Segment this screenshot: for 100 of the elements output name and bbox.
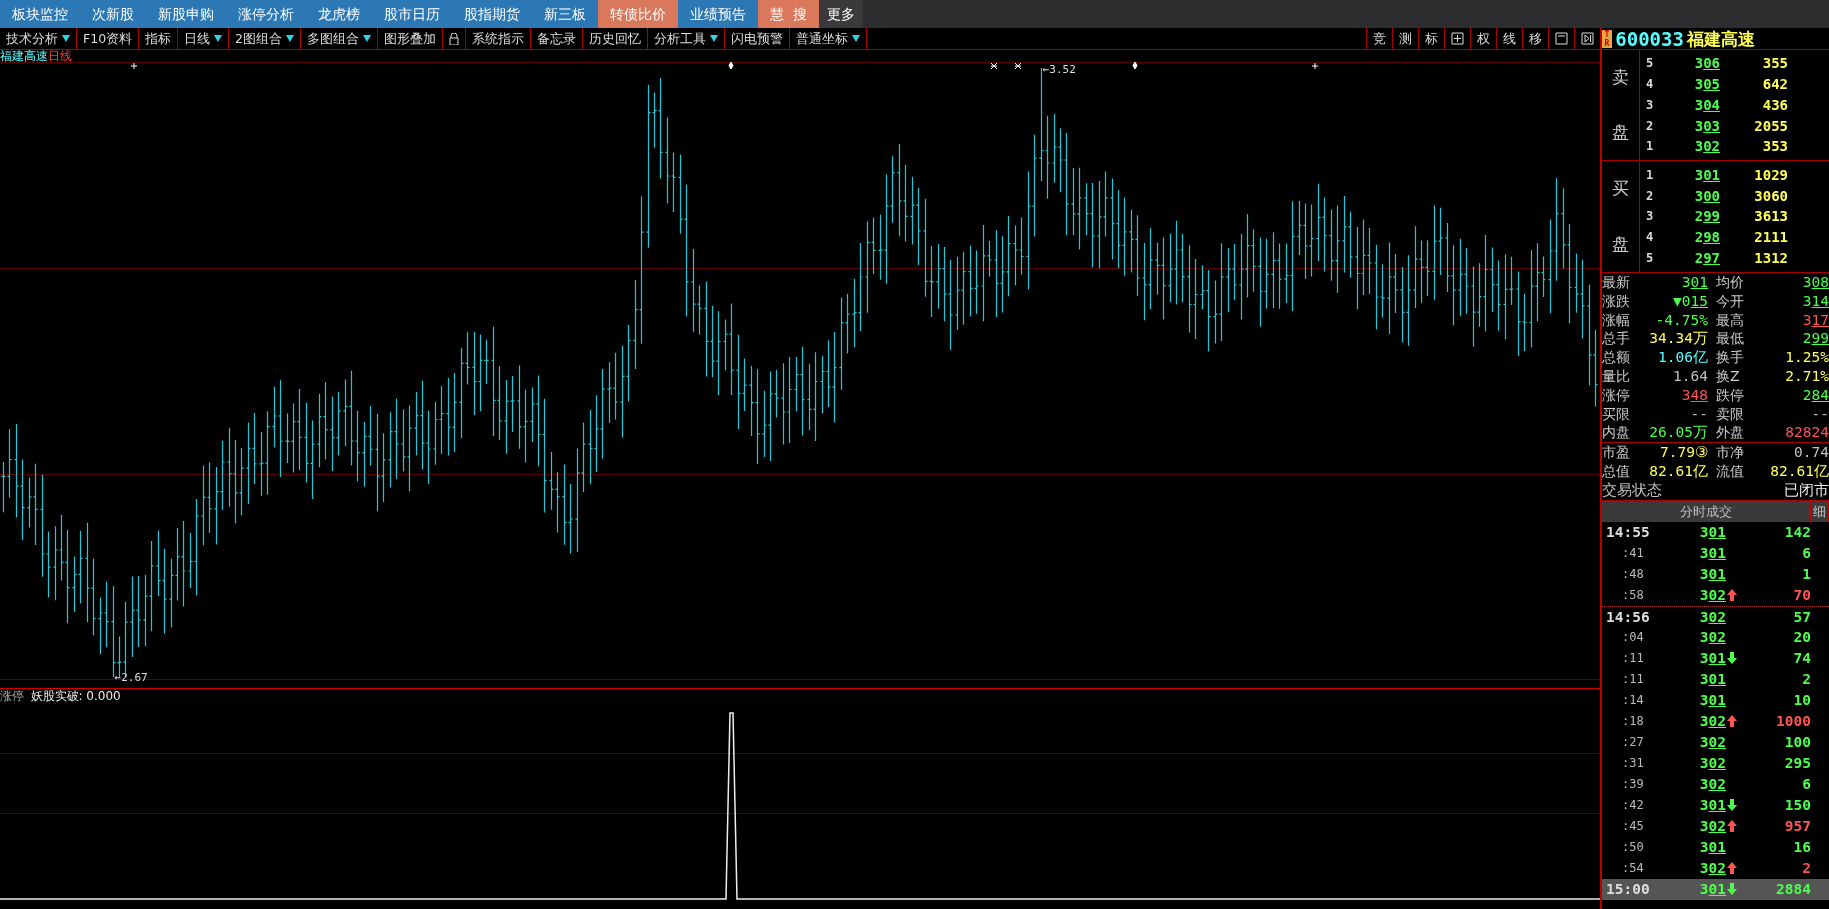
volume-value: 2111 xyxy=(1753,228,1788,248)
price-link[interactable]: 303 xyxy=(1670,115,1720,137)
tick-row[interactable]: :45 302 957 xyxy=(1602,815,1829,837)
level-number: 3 xyxy=(1645,208,1655,226)
price-link[interactable]: 297 xyxy=(1670,247,1720,269)
volume-value: 3613 xyxy=(1753,207,1788,227)
tick-row[interactable]: :58 302 70 xyxy=(1602,584,1829,606)
indicator-name: 涨停 xyxy=(0,689,24,703)
stock-name: 福建高速 xyxy=(0,50,48,62)
tick-row[interactable]: :14 301 10 xyxy=(1602,689,1829,711)
level-number: 4 xyxy=(1645,76,1655,94)
stat-value: 1.25% xyxy=(1784,348,1829,367)
grid-icon xyxy=(1451,32,1464,45)
tick-row[interactable]: :48 301 1 xyxy=(1602,563,1829,585)
tick-row[interactable]: :11 301 74 xyxy=(1602,647,1829,669)
sell-side-label: 卖 xyxy=(1612,65,1629,89)
stat-value: 1.64 xyxy=(1672,366,1708,386)
volume-value: 355 xyxy=(1761,54,1788,74)
marker-icon xyxy=(1014,62,1022,70)
stat-value: 1.06亿 xyxy=(1657,348,1708,367)
stat-value: 82824 xyxy=(1784,423,1829,443)
stat-link[interactable]: 308 xyxy=(1752,272,1829,292)
tick-row[interactable]: :31 302 295 xyxy=(1602,752,1829,774)
volume-value: 1312 xyxy=(1753,248,1788,268)
price-link[interactable]: 300 xyxy=(1670,185,1720,207)
volume-value: 436 xyxy=(1761,95,1788,115)
marker-icon xyxy=(728,62,734,70)
menu-tab[interactable]: 板块监控 xyxy=(0,0,80,28)
tick-row[interactable]: 14:55 301 142 xyxy=(1602,521,1829,543)
menu-tab[interactable]: 次新股 xyxy=(80,0,146,28)
stat-label: 涨停 xyxy=(1602,385,1631,405)
indicator-formula: 妖股实破: 0.000 xyxy=(30,689,121,703)
section-title: 分时成交 xyxy=(1679,502,1733,521)
tick-row[interactable]: :42 301 150 xyxy=(1602,794,1829,816)
stat-value: 34.34万 xyxy=(1648,329,1708,349)
status-label: 交易状态 xyxy=(1602,480,1662,500)
tick-row[interactable]: :39 302 6 xyxy=(1602,773,1829,795)
marker-icon xyxy=(990,62,998,70)
menu-tab[interactable]: 更多 xyxy=(818,0,863,28)
level-number: 3 xyxy=(1645,96,1655,114)
lock-icon xyxy=(449,32,460,45)
price-link[interactable]: 301 xyxy=(1670,164,1720,186)
stat-link[interactable]: 299 xyxy=(1752,329,1829,349)
level-number: 2 xyxy=(1645,187,1655,205)
tick-row[interactable]: :18 302 1000 xyxy=(1602,710,1829,732)
tick-row[interactable]: :27 302 100 xyxy=(1602,731,1829,753)
menu-tab[interactable]: 新股申购 xyxy=(146,0,226,28)
stat-link[interactable]: 301 xyxy=(1638,272,1708,292)
volume-value: 353 xyxy=(1761,137,1788,157)
stock-name: 福建高速 xyxy=(1687,27,1756,50)
menu-tab[interactable]: 龙虎榜 xyxy=(306,0,372,28)
price-link[interactable]: 298 xyxy=(1670,227,1720,248)
level-number: 4 xyxy=(1645,229,1655,247)
level-number: 1 xyxy=(1645,166,1655,184)
tick-row[interactable]: 15:00 301 2884 xyxy=(1602,878,1829,900)
menu-tab[interactable]: 股市日历 xyxy=(372,0,452,28)
level-number: 5 xyxy=(1645,249,1655,267)
price-link[interactable]: 305 xyxy=(1670,74,1720,95)
low-price-label: ←2.67 xyxy=(114,671,148,684)
menu-tab[interactable]: 股指期货 xyxy=(452,0,532,28)
stat-value: 82.61亿 xyxy=(1648,461,1708,481)
stat-link[interactable]: ▼015 xyxy=(1638,291,1708,311)
stat-label: 涨跌 xyxy=(1602,291,1631,311)
price-link[interactable]: 299 xyxy=(1670,206,1720,228)
tick-row[interactable]: 14:56 302 57 xyxy=(1602,605,1829,627)
stat-link[interactable]: 314 xyxy=(1752,291,1829,311)
stat-link[interactable]: 284 xyxy=(1752,385,1829,405)
period-label: 日线 xyxy=(48,50,72,62)
tick-row[interactable]: :54 302 2 xyxy=(1602,857,1829,879)
stat-label: 换手 xyxy=(1716,348,1745,367)
price-link[interactable]: 306 xyxy=(1670,53,1720,75)
stat-value: 2.71% xyxy=(1784,366,1829,386)
detail-button[interactable]: 细 xyxy=(1810,500,1829,522)
level-number: 5 xyxy=(1645,55,1655,73)
play-icon xyxy=(1581,32,1594,45)
stat-label: 卖限 xyxy=(1716,404,1745,424)
menu-tab[interactable]: 业绩预告 xyxy=(678,0,758,28)
tick-row[interactable]: :50 301 16 xyxy=(1602,836,1829,858)
tick-row[interactable]: :41 301 6 xyxy=(1602,542,1829,564)
level-number: 1 xyxy=(1645,138,1655,156)
stat-link[interactable]: 348 xyxy=(1638,385,1708,405)
stat-value: -4.75% xyxy=(1654,310,1708,330)
stat-label: 内盘 xyxy=(1602,423,1631,443)
stat-label: 市净 xyxy=(1716,443,1745,462)
price-link[interactable]: 302 xyxy=(1670,136,1720,158)
marker-icon xyxy=(1132,62,1138,70)
stat-link[interactable]: 317 xyxy=(1752,310,1829,330)
menu-tab[interactable]: 涨停分析 xyxy=(226,0,306,28)
stat-label: 总值 xyxy=(1602,461,1631,481)
menu-tab[interactable]: 新三板 xyxy=(532,0,598,28)
stat-label: 涨幅 xyxy=(1602,310,1631,330)
stat-label: 今开 xyxy=(1716,291,1745,311)
tick-row[interactable]: :04 302 20 xyxy=(1602,626,1829,648)
stat-label: 换Z xyxy=(1716,366,1741,386)
price-link[interactable]: 304 xyxy=(1670,94,1720,116)
marker-icon xyxy=(130,62,138,70)
tick-row[interactable]: :11 301 2 xyxy=(1602,668,1829,690)
stat-label: 买限 xyxy=(1602,404,1631,424)
sell-side-label: 盘 xyxy=(1612,121,1629,145)
stat-label: 均价 xyxy=(1716,272,1745,292)
